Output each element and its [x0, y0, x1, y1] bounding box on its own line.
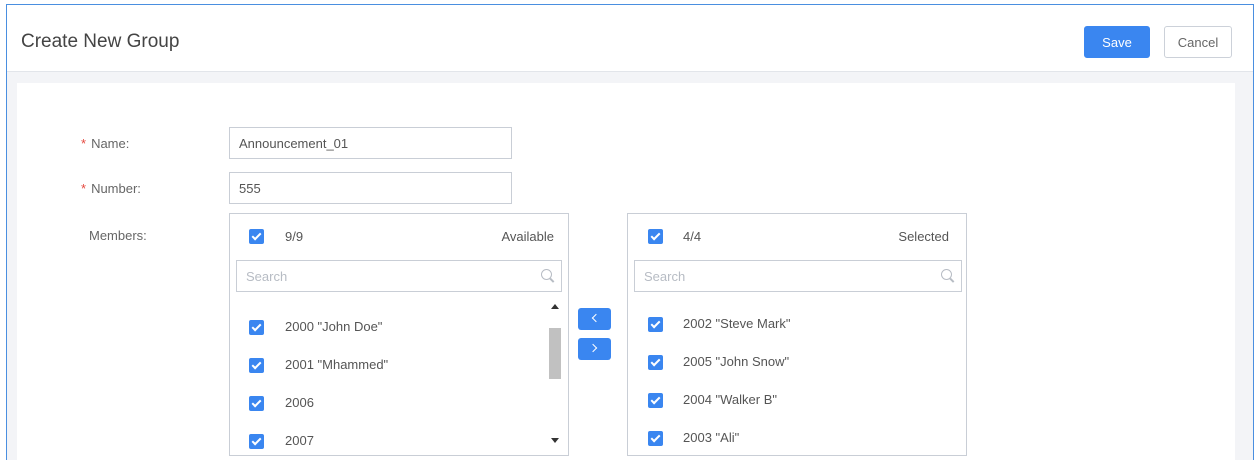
name-label: * Name:	[81, 136, 130, 151]
available-header: 9/9 Available	[230, 214, 568, 254]
cancel-button[interactable]: Cancel	[1164, 26, 1232, 58]
checkbox-checked-icon[interactable]	[249, 358, 264, 373]
selected-header: 4/4 Selected	[628, 214, 966, 254]
checkbox-checked-icon[interactable]	[648, 317, 663, 332]
search-icon	[541, 269, 552, 280]
checkbox-checked-icon[interactable]	[249, 396, 264, 411]
selected-search-input[interactable]	[635, 261, 961, 291]
list-item-label: 2002 "Steve Mark"	[683, 316, 791, 331]
checkbox-checked-icon[interactable]	[648, 431, 663, 446]
available-count: 9/9	[285, 229, 304, 244]
checkbox-checked-icon[interactable]	[648, 355, 663, 370]
available-scrollbar[interactable]	[546, 298, 562, 456]
available-search-box	[236, 260, 562, 292]
list-item-label: 2003 "Ali"	[683, 430, 740, 445]
list-item-label: 2006	[285, 395, 314, 410]
checkbox-checked-icon[interactable]	[249, 434, 264, 449]
members-label: Members:	[89, 228, 147, 243]
required-marker: *	[81, 181, 87, 196]
selected-panel: 4/4 Selected 2002 "Steve Mark" 2005 "Joh…	[627, 213, 967, 456]
move-left-button[interactable]	[578, 308, 611, 330]
chevron-right-icon	[588, 343, 598, 353]
selected-select-all-checkbox-icon[interactable]	[648, 229, 663, 244]
list-item-label: 2001 "Mhammed"	[285, 357, 389, 372]
selected-count: 4/4	[683, 229, 702, 244]
available-select-all-checkbox-icon[interactable]	[249, 229, 264, 244]
header: Create New Group Save Cancel	[7, 5, 1253, 72]
list-item-label: 2004 "Walker B"	[683, 392, 778, 407]
page-title: Create New Group	[21, 31, 180, 52]
chevron-left-icon	[591, 313, 601, 323]
selected-search-box	[634, 260, 962, 292]
checkbox-checked-icon[interactable]	[648, 393, 663, 408]
selected-title: Selected	[898, 229, 949, 244]
save-button[interactable]: Save	[1084, 26, 1150, 58]
form-content	[17, 83, 1235, 463]
available-panel: 9/9 Available 2000 "John Doe" 2001 "Mham…	[229, 213, 569, 456]
available-search-input[interactable]	[237, 261, 561, 291]
scroll-up-icon[interactable]	[551, 304, 559, 309]
move-right-button[interactable]	[578, 338, 611, 360]
list-item-label: 2005 "John Snow"	[683, 354, 790, 369]
checkbox-checked-icon[interactable]	[249, 320, 264, 335]
number-input[interactable]	[229, 172, 512, 204]
available-title: Available	[501, 229, 554, 244]
name-input[interactable]	[229, 127, 512, 159]
scroll-thumb[interactable]	[549, 328, 561, 379]
number-label: * Number:	[81, 181, 141, 196]
required-marker: *	[81, 136, 87, 151]
search-icon	[941, 269, 952, 280]
list-item-label: 2000 "John Doe"	[285, 319, 383, 334]
list-item-label: 2007	[285, 433, 314, 448]
scroll-down-icon[interactable]	[551, 438, 559, 443]
